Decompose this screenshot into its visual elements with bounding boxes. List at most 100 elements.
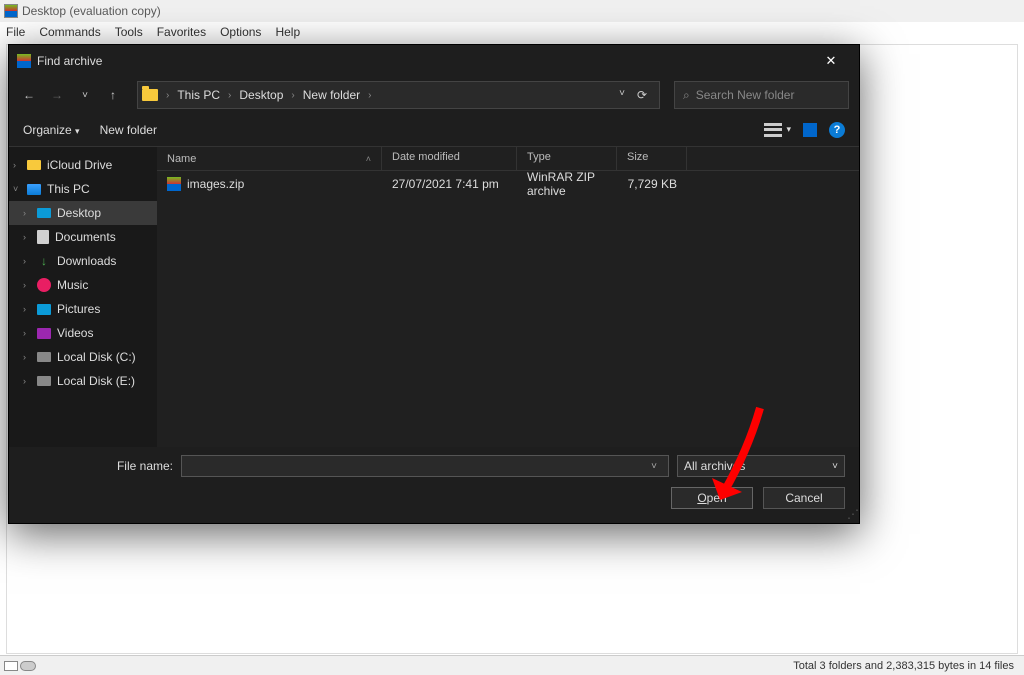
filename-input[interactable]: ˅ — [181, 455, 669, 477]
folder-icon — [142, 89, 158, 101]
filename-label: File name: — [23, 459, 173, 473]
close-icon[interactable]: ✕ — [811, 47, 851, 75]
expand-icon[interactable]: › — [23, 208, 26, 218]
sidebar-item-videos[interactable]: › Videos — [9, 321, 157, 345]
menu-favorites[interactable]: Favorites — [157, 25, 206, 39]
status-icons — [0, 661, 40, 671]
dropdown-chevron-icon[interactable]: ˅ — [619, 88, 625, 102]
disk-icon — [37, 376, 51, 386]
dialog-titlebar: Find archive ✕ — [9, 45, 859, 77]
expand-icon[interactable]: › — [23, 280, 26, 290]
menu-help[interactable]: Help — [275, 25, 300, 39]
expand-icon[interactable]: › — [23, 352, 26, 362]
pic-icon — [37, 304, 51, 315]
menu-file[interactable]: File — [6, 25, 25, 39]
crumb-newfolder[interactable]: New folder — [299, 88, 364, 102]
sidebar-item-music[interactable]: › Music — [9, 273, 157, 297]
organize-button[interactable]: Organize ▾ — [23, 123, 80, 137]
winrar-icon — [4, 4, 18, 18]
cloud-icon — [27, 160, 41, 170]
sidebar-item-icloud-drive[interactable]: ›iCloud Drive — [9, 153, 157, 177]
menu-commands[interactable]: Commands — [39, 25, 100, 39]
main-titlebar: Desktop (evaluation copy) — [0, 0, 1024, 22]
file-size: 7,729 KB — [617, 177, 687, 191]
sidebar-item-local-disk-e-[interactable]: › Local Disk (E:) — [9, 369, 157, 393]
col-date[interactable]: Date modified — [382, 147, 517, 170]
chevron-down-icon[interactable]: ˅ — [646, 461, 662, 472]
dialog-toolbar: Organize ▾ New folder ▾ ? — [9, 113, 859, 147]
breadcrumb[interactable]: › This PC › Desktop › New folder › ˅ ⟳ — [137, 81, 660, 109]
crumb-this-pc[interactable]: This PC — [173, 88, 224, 102]
sidebar-item-downloads[interactable]: › ↓ Downloads — [9, 249, 157, 273]
file-row[interactable]: images.zip27/07/2021 7:41 pmWinRAR ZIP a… — [157, 171, 859, 197]
sidebar-item-label: Local Disk (C:) — [57, 350, 136, 364]
dialog-title-text: Find archive — [37, 54, 102, 68]
chevron-right-icon[interactable]: › — [366, 90, 373, 101]
filetype-filter[interactable]: All archives ˅ — [677, 455, 845, 477]
col-type[interactable]: Type — [517, 147, 617, 170]
sidebar-item-label: Pictures — [57, 302, 100, 316]
view-button[interactable]: ▾ — [764, 123, 791, 137]
vid-icon — [37, 328, 51, 339]
sidebar-item-this-pc[interactable]: ˅ This PC — [9, 177, 157, 201]
resize-grip-icon[interactable]: ⋰ — [847, 507, 857, 521]
pc-icon — [27, 184, 41, 195]
open-button[interactable]: Open — [671, 487, 753, 509]
down-icon: ↓ — [37, 254, 51, 268]
expand-icon[interactable]: › — [23, 256, 26, 266]
crumb-desktop[interactable]: Desktop — [235, 88, 287, 102]
desk-icon — [37, 208, 51, 218]
dialog-icon — [17, 54, 31, 68]
col-size[interactable]: Size — [617, 147, 687, 170]
search-icon: ⌕ — [683, 88, 690, 103]
sidebar-item-label: This PC — [47, 182, 90, 196]
help-icon[interactable]: ? — [829, 122, 845, 138]
sidebar-item-label: Music — [57, 278, 88, 292]
file-name: images.zip — [187, 177, 244, 191]
mus-icon — [37, 278, 51, 292]
chevron-right-icon[interactable]: › — [164, 90, 171, 101]
menu-tools[interactable]: Tools — [115, 25, 143, 39]
file-type: WinRAR ZIP archive — [517, 170, 617, 198]
forward-icon[interactable]: → — [47, 85, 67, 105]
recent-chevron-icon[interactable]: ˅ — [75, 85, 95, 105]
sidebar-item-desktop[interactable]: ›Desktop — [9, 201, 157, 225]
search-placeholder: Search New folder — [696, 88, 795, 102]
back-icon[interactable]: ← — [19, 85, 39, 105]
filter-text: All archives — [684, 459, 745, 473]
menu-options[interactable]: Options — [220, 25, 261, 39]
expand-icon[interactable]: › — [23, 232, 26, 242]
file-list: Name˄ Date modified Type Size images.zip… — [157, 147, 859, 447]
expand-icon[interactable]: › — [23, 376, 26, 386]
col-name[interactable]: Name˄ — [157, 147, 382, 170]
newfolder-button[interactable]: New folder — [100, 123, 157, 137]
sidebar-item-documents[interactable]: ›Documents — [9, 225, 157, 249]
archive-icon — [167, 177, 181, 191]
file-dialog: Find archive ✕ ← → ˅ ↑ › This PC › Deskt… — [8, 44, 860, 524]
status-text: Total 3 folders and 2,383,315 bytes in 1… — [793, 660, 1024, 672]
column-headers: Name˄ Date modified Type Size — [157, 147, 859, 171]
expand-icon[interactable]: › — [23, 328, 26, 338]
main-title-text: Desktop (evaluation copy) — [22, 4, 161, 18]
dialog-navbar: ← → ˅ ↑ › This PC › Desktop › New folder… — [9, 77, 859, 113]
search-input[interactable]: ⌕ Search New folder — [674, 81, 849, 109]
status-icon-1 — [4, 661, 18, 671]
preview-pane-icon[interactable] — [803, 123, 817, 137]
sidebar-item-label: Local Disk (E:) — [57, 374, 135, 388]
disk-icon — [37, 352, 51, 362]
chevron-right-icon[interactable]: › — [226, 90, 233, 101]
expand-icon[interactable]: › — [23, 304, 26, 314]
sidebar-item-local-disk-c-[interactable]: › Local Disk (C:) — [9, 345, 157, 369]
sidebar[interactable]: ›iCloud Drive˅This PC›Desktop›Documents›… — [9, 147, 157, 447]
cancel-button[interactable]: Cancel — [763, 487, 845, 509]
expand-icon[interactable]: ˅ — [13, 184, 18, 194]
dialog-body: ›iCloud Drive˅This PC›Desktop›Documents›… — [9, 147, 859, 447]
up-icon[interactable]: ↑ — [103, 85, 123, 105]
sidebar-item-pictures[interactable]: › Pictures — [9, 297, 157, 321]
main-menubar[interactable]: File Commands Tools Favorites Options He… — [0, 22, 1024, 42]
sidebar-item-label: Videos — [57, 326, 93, 340]
expand-icon[interactable]: › — [13, 160, 16, 170]
chevron-right-icon[interactable]: › — [289, 90, 296, 101]
refresh-icon[interactable]: ⟳ — [637, 88, 647, 102]
sidebar-item-label: Downloads — [57, 254, 116, 268]
